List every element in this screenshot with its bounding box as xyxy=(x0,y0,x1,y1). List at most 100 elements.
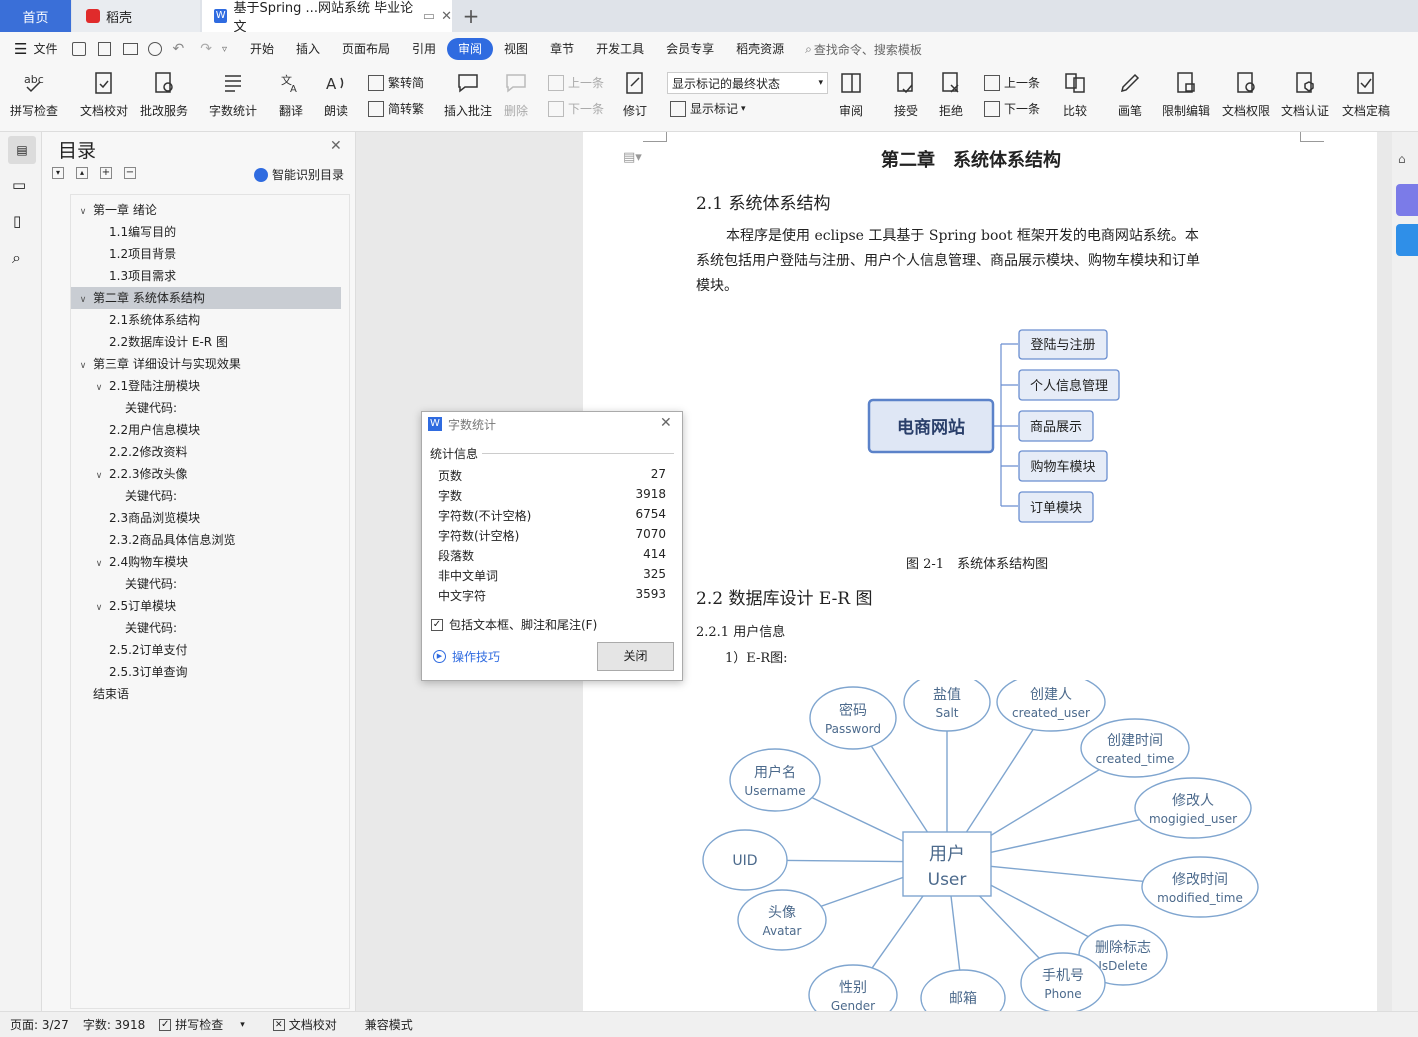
document-page[interactable]: ▤▾ 第二章 系统体系结构 2.1 系统体系结构 本程序是使用 eclipse … xyxy=(583,132,1377,1011)
menu-reference[interactable]: 引用 xyxy=(401,38,447,60)
close-icon[interactable]: ✕ xyxy=(660,415,672,431)
track-changes-button[interactable]: 修订 xyxy=(622,70,648,119)
read-aloud-button[interactable]: A 朗读 xyxy=(323,70,349,119)
translate-button[interactable]: 文A 翻译 xyxy=(278,70,304,119)
command-search-input[interactable]: 查找命令、搜索模板 xyxy=(814,41,922,58)
redo-icon[interactable]: ↷ xyxy=(200,41,212,57)
spellcheck-status[interactable]: ✓ 拼写检查 ▾ xyxy=(159,1016,259,1033)
preview-icon[interactable] xyxy=(148,42,163,56)
next-change-button[interactable]: 下一条 xyxy=(984,100,1040,117)
doc-final-button[interactable]: 文档定稿 xyxy=(1342,70,1390,119)
toc-icon[interactable]: ▤ xyxy=(8,136,36,164)
doc-rights-button[interactable]: 文档权限 xyxy=(1222,70,1270,119)
undo-icon[interactable]: ↶ xyxy=(172,41,184,57)
menu-review[interactable]: 审阅 xyxy=(447,38,494,60)
chevron-down-icon[interactable]: ∨ xyxy=(93,377,105,399)
monitor-icon[interactable]: ▭ xyxy=(423,9,435,24)
toc-item[interactable]: ∨ 2.4购物车模块 xyxy=(71,551,341,573)
toc-item[interactable]: 1.1编写目的 xyxy=(71,221,341,243)
proof-status[interactable]: ✕ 文档校对 xyxy=(272,1016,351,1033)
add-heading-icon[interactable]: + xyxy=(100,167,112,179)
chevron-down-icon[interactable]: ∨ xyxy=(93,553,105,575)
prev-comment-button[interactable]: 上一条 xyxy=(548,74,604,91)
chevron-down-icon[interactable]: ∨ xyxy=(77,289,89,311)
toc-item[interactable]: ∨ 第二章 系统体系结构 xyxy=(71,287,341,309)
menu-start[interactable]: 开始 xyxy=(239,38,285,60)
doc-auth-button[interactable]: 文档认证 xyxy=(1281,70,1329,119)
to-simplified-button[interactable]: 简转繁 xyxy=(368,100,424,117)
prev-change-button[interactable]: 上一条 xyxy=(984,74,1040,91)
close-button[interactable]: 关闭 xyxy=(597,642,674,671)
revise-service-button[interactable]: 批改服务 xyxy=(140,70,188,119)
to-traditional-button[interactable]: 繁转简 xyxy=(368,74,424,91)
accept-button[interactable]: 接受 xyxy=(893,70,919,119)
chevron-down-icon[interactable]: ∨ xyxy=(93,465,105,487)
reject-button[interactable]: 拒绝 xyxy=(938,70,964,119)
toc-item[interactable]: 2.1系统体系结构 xyxy=(71,309,341,331)
menu-devtools[interactable]: 开发工具 xyxy=(585,38,655,60)
toc-item[interactable]: 1.3项目需求 xyxy=(71,265,341,287)
doc-assist-icon[interactable] xyxy=(1396,224,1418,256)
hamburger-icon[interactable]: ☰ xyxy=(14,40,27,58)
toc-item[interactable]: 2.2.2修改资料 xyxy=(71,441,341,463)
find-icon[interactable]: ⌕ xyxy=(12,248,21,268)
next-comment-button[interactable]: 下一条 xyxy=(548,100,604,117)
menu-chapter[interactable]: 章节 xyxy=(539,38,585,60)
toc-item[interactable]: 关键代码: xyxy=(71,573,341,595)
toc-item[interactable]: 2.3.2商品具体信息浏览 xyxy=(71,529,341,551)
new-tab-button[interactable]: + xyxy=(458,0,484,32)
word-count-indicator[interactable]: 字数: 3918 xyxy=(83,1016,145,1033)
collapse-all-icon[interactable]: ▾ xyxy=(52,167,64,179)
close-icon[interactable]: ✕ xyxy=(330,138,342,154)
doc-options-icon[interactable]: ▤▾ xyxy=(623,150,642,165)
review-pane-button[interactable]: 审阅 xyxy=(838,70,864,119)
word-count-button[interactable]: 字数统计 xyxy=(209,70,257,119)
toc-item[interactable]: ∨ 2.2.3修改头像 xyxy=(71,463,341,485)
chevron-down-icon[interactable]: ∨ xyxy=(77,355,89,377)
save-icon[interactable] xyxy=(72,42,87,56)
toc-item[interactable]: 关键代码: xyxy=(71,617,341,639)
toc-item[interactable]: 结束语 xyxy=(71,683,341,705)
pen-button[interactable]: 画笔 xyxy=(1117,70,1143,119)
chevron-down-icon[interactable]: ∨ xyxy=(93,597,105,619)
toc-item[interactable]: ∨ 2.5订单模块 xyxy=(71,595,341,617)
expand-all-icon[interactable]: ▴ xyxy=(76,167,88,179)
smart-toc-button[interactable]: 智能识别目录 xyxy=(254,166,344,183)
export-icon[interactable] xyxy=(98,42,112,56)
toc-item[interactable]: 关键代码: xyxy=(71,397,341,419)
menu-file[interactable]: 文件 xyxy=(27,38,68,60)
menu-layout[interactable]: 页面布局 xyxy=(331,38,401,60)
remove-heading-icon[interactable]: − xyxy=(124,167,136,179)
delete-comment-button[interactable]: 删除 xyxy=(503,70,529,119)
toc-item[interactable]: 2.5.3订单查询 xyxy=(71,661,341,683)
menu-insert[interactable]: 插入 xyxy=(285,38,331,60)
page-indicator[interactable]: 页面: 3/27 xyxy=(10,1016,69,1033)
menu-daoke[interactable]: 稻壳资源 xyxy=(725,38,795,60)
tab-document[interactable]: W 基于Spring ...网站系统 毕业论文 ▭ ✕ xyxy=(202,0,452,35)
doc-proof-button[interactable]: 文档校对 xyxy=(80,70,128,119)
show-markup-button[interactable]: 显示标记 ▾ xyxy=(670,100,746,117)
chevron-down-icon[interactable]: ∨ xyxy=(77,201,89,223)
tips-link[interactable]: ▶ 操作技巧 xyxy=(433,648,500,665)
restrict-edit-button[interactable]: 限制编辑 xyxy=(1162,70,1210,119)
compare-button[interactable]: 比较 xyxy=(1062,70,1088,119)
markup-state-select[interactable]: 显示标记的最终状态 ▾ xyxy=(667,72,828,94)
toc-item[interactable]: 2.2用户信息模块 xyxy=(71,419,341,441)
toc-item[interactable]: ∨ 第三章 详细设计与实现效果 xyxy=(71,353,341,375)
toc-item[interactable]: 2.5.2订单支付 xyxy=(71,639,341,661)
menu-view[interactable]: 视图 xyxy=(493,38,539,60)
toc-item[interactable]: ∨ 第一章 绪论 xyxy=(71,199,341,221)
toc-item[interactable]: ∨ 2.1登陆注册模块 xyxy=(71,375,341,397)
toc-item[interactable]: 2.2数据库设计 E-R 图 xyxy=(71,331,341,353)
collapse-panel-icon[interactable]: ⌂ xyxy=(1398,152,1406,166)
spellcheck-button[interactable]: abc 拼写检查 xyxy=(10,70,58,119)
writing-assist-icon[interactable] xyxy=(1396,184,1418,216)
toc-item[interactable]: 关键代码: xyxy=(71,485,341,507)
toc-item[interactable]: 1.2项目背景 xyxy=(71,243,341,265)
tab-home[interactable]: 首页 xyxy=(0,0,71,32)
print-icon[interactable] xyxy=(123,43,139,55)
close-tab-icon[interactable]: ✕ xyxy=(441,9,452,24)
chapter-nav-icon[interactable]: ▭ xyxy=(12,176,26,194)
tab-daoke[interactable]: 稻壳 xyxy=(72,0,200,32)
customize-dropdown-icon[interactable]: ▿ xyxy=(222,44,227,55)
